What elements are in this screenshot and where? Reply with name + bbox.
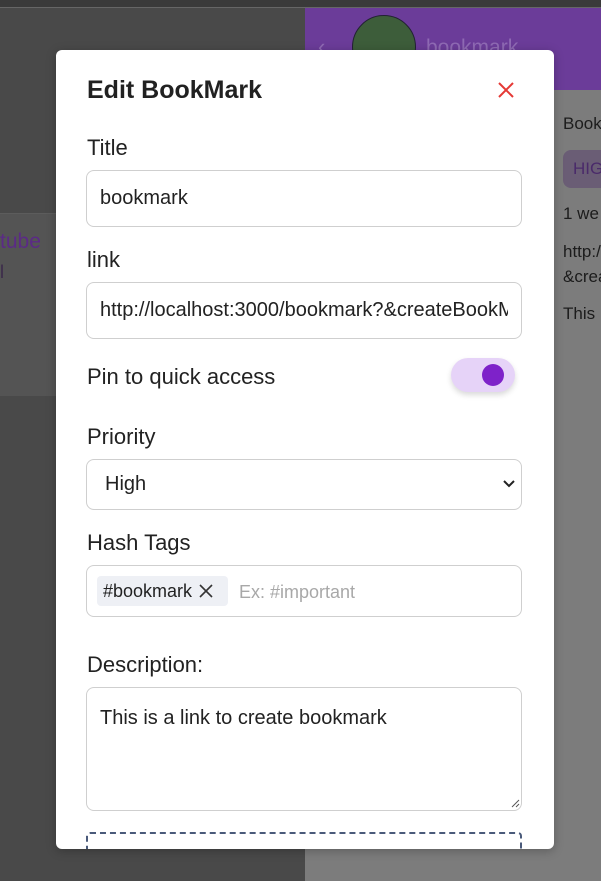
detail-title: Book (563, 114, 601, 133)
detail-description: This (563, 304, 596, 323)
tag-chip: #bookmark (97, 576, 228, 606)
priority-label: Priority (87, 424, 156, 449)
edit-bookmark-modal: Edit BookMark Title link Pin to quick ac… (56, 50, 554, 849)
title-input[interactable] (86, 170, 522, 227)
link-label: link (87, 247, 121, 272)
resize-handle-icon[interactable] (510, 798, 520, 808)
title-label: Title (87, 135, 128, 160)
detail-time: 1 we (563, 204, 599, 223)
modal-title: Edit BookMark (87, 76, 263, 104)
remove-tag-icon[interactable] (198, 583, 214, 599)
priority-selected-value: High (105, 473, 147, 495)
priority-select[interactable]: High (86, 459, 522, 510)
pin-label: Pin to quick access (87, 364, 276, 389)
hash-tags-label: Hash Tags (87, 530, 191, 555)
detail-link: http:/ (563, 242, 601, 261)
chevron-down-icon (503, 480, 515, 488)
hash-tags-field[interactable]: #bookmark (86, 565, 522, 617)
description-textarea[interactable]: This is a link to create bookmark (86, 687, 522, 811)
upload-dropzone[interactable] (86, 832, 522, 849)
link-input[interactable] (86, 282, 522, 339)
bookmark-card-subtext: l (0, 262, 4, 282)
toggle-knob (482, 364, 504, 386)
bookmark-card-link: tube (0, 230, 41, 253)
description-label: Description: (87, 652, 204, 677)
close-button[interactable] (494, 78, 518, 102)
hash-tag-input[interactable] (237, 575, 511, 609)
window-top-bar (0, 0, 601, 8)
tag-label: #bookmark (103, 581, 193, 601)
pin-toggle[interactable] (451, 358, 515, 392)
detail-link-cont: &crea (563, 267, 601, 286)
close-icon (498, 82, 514, 98)
priority-badge: HIG (563, 150, 601, 188)
